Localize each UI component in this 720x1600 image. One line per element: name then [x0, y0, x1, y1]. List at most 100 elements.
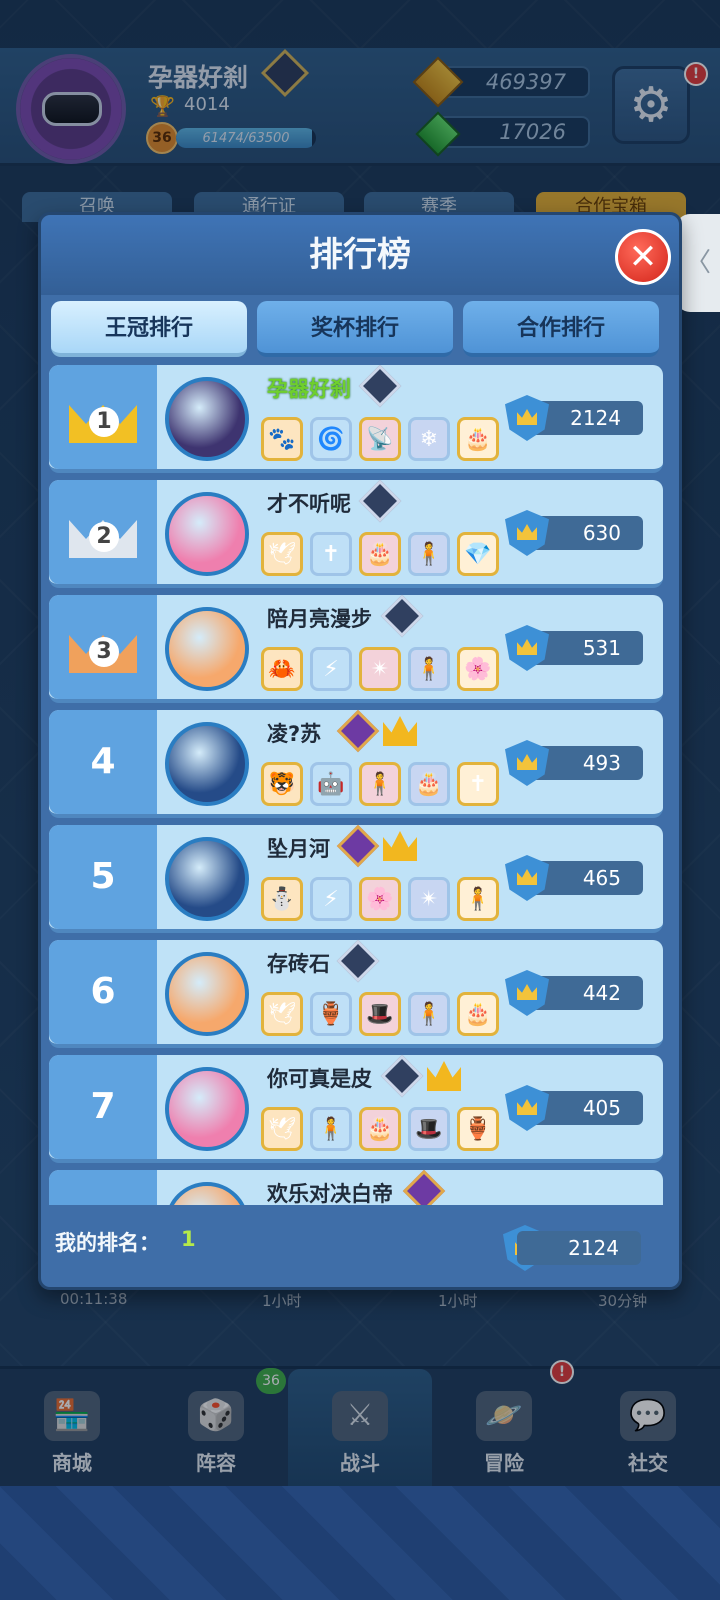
unit-card-icon: 💎	[457, 532, 499, 576]
unit-card-icon: 🕊	[261, 992, 303, 1036]
unit-card-icon: 🌀	[310, 417, 352, 461]
player-avatar-icon[interactable]	[165, 492, 249, 576]
player-avatar-icon[interactable]	[165, 837, 249, 921]
unit-card-icon: 🧍	[408, 992, 450, 1036]
leaderboard-row[interactable]: 5 坠月河 ⛄ ⚡ 🌸 ✴ 🧍 465	[49, 824, 663, 933]
crown-badge-icon	[383, 831, 417, 861]
close-button[interactable]: ✕	[615, 229, 671, 285]
unit-card-icon: 🧍	[359, 762, 401, 806]
rank-number: 8	[49, 1170, 157, 1205]
unit-card-icon: 🏺	[310, 992, 352, 1036]
rank-number: 7	[90, 1086, 116, 1127]
rank-number: 6	[90, 971, 116, 1012]
unit-card-icon: ❄	[408, 417, 450, 461]
rank-number: 5	[90, 856, 116, 897]
leaderboard-modal: 排行榜 ✕ 王冠排行 奖杯排行 合作排行 1 孕器好刹 🐾 🌀 📡 ❄ 🎂 2124 2 才不听呢…	[38, 212, 682, 1290]
unit-card-icon: ⛄	[261, 877, 303, 921]
tier-badge-icon	[402, 1169, 446, 1205]
rank-crown-icon: 3	[65, 617, 141, 675]
rank-crown-icon: 2	[65, 502, 141, 560]
unit-card-icon: ⚡	[310, 647, 352, 691]
rank-cell: 5	[49, 825, 157, 929]
rank-cell: 4	[49, 710, 157, 814]
unit-card-icon: 🎂	[457, 417, 499, 461]
unit-card-icon: 🌸	[359, 877, 401, 921]
unit-card-icon: ⚡	[310, 877, 352, 921]
leaderboard-row[interactable]: 7 你可真是皮 🕊 🧍 🎂 🎩 🏺 405	[49, 1054, 663, 1163]
player-name: 陪月亮漫步	[267, 607, 372, 631]
rank-number: 3	[89, 637, 119, 667]
unit-card-icon: 🧍	[457, 877, 499, 921]
tier-badge-icon	[358, 365, 402, 408]
tier-badge-icon	[380, 1054, 424, 1098]
tab-crown-rank[interactable]: 王冠排行	[51, 301, 247, 357]
player-avatar-icon[interactable]	[165, 377, 249, 461]
unit-card-icon: 🎂	[408, 762, 450, 806]
my-rank-footer: 我的排名： 1 2124	[41, 1213, 679, 1287]
player-avatar-icon[interactable]	[165, 1067, 249, 1151]
unit-card-icon: ✝	[310, 532, 352, 576]
player-name: 存砖石	[267, 952, 330, 976]
side-drawer-handle[interactable]: 〈	[676, 214, 720, 312]
rank-cell: 1	[49, 365, 157, 469]
unit-card-icon: ✝	[457, 762, 499, 806]
leaderboard-row[interactable]: 1 孕器好刹 🐾 🌀 📡 ❄ 🎂 2124	[49, 365, 663, 473]
tier-badge-icon	[336, 939, 380, 983]
player-name: 才不听呢	[267, 492, 351, 516]
player-name: 孕器好刹	[267, 377, 351, 401]
tier-badge-icon	[336, 824, 380, 868]
tier-badge-icon	[336, 709, 380, 753]
rank-cell: 7	[49, 1055, 157, 1159]
player-avatar-icon[interactable]	[165, 1182, 249, 1205]
unit-card-icon: 🧍	[310, 1107, 352, 1151]
unit-card-icon: 🏺	[457, 1107, 499, 1151]
leaderboard-row[interactable]: 6 存砖石 🕊 🏺 🎩 🧍 🎂 442	[49, 939, 663, 1048]
tab-trophy-rank[interactable]: 奖杯排行	[257, 301, 453, 357]
rank-cell: 2	[49, 480, 157, 584]
player-avatar-icon[interactable]	[165, 607, 249, 691]
unit-card-icon: 🐯	[261, 762, 303, 806]
unit-card-icon: 🌸	[457, 647, 499, 691]
leaderboard-list[interactable]: 1 孕器好刹 🐾 🌀 📡 ❄ 🎂 2124 2 才不听呢 🕊 ✝ 🎂 🧍 💎 630 3 陪月亮漫步 🦀 ⚡ ✴ 🧍 🌸 53…	[49, 365, 673, 1205]
tier-badge-icon	[358, 479, 402, 523]
rank-cell: 3	[49, 595, 157, 699]
unit-card-icon: 📡	[359, 417, 401, 461]
unit-card-icon: 🎂	[359, 1107, 401, 1151]
rank-crown-icon: 1	[65, 387, 141, 445]
unit-card-icon: 🧍	[408, 647, 450, 691]
unit-card-icon: 🤖	[310, 762, 352, 806]
unit-card-icon: ✴	[408, 877, 450, 921]
player-name: 凌?苏	[267, 722, 322, 746]
unit-card-icon: 🎂	[359, 532, 401, 576]
my-score: 2124	[517, 1231, 641, 1265]
rank-cell: 6	[49, 940, 157, 1044]
player-avatar-icon[interactable]	[165, 722, 249, 806]
leaderboard-row[interactable]: 8 欢乐对决白帝	[49, 1169, 663, 1205]
rank-cell: 8	[49, 1170, 157, 1205]
leaderboard-row[interactable]: 2 才不听呢 🕊 ✝ 🎂 🧍 💎 630	[49, 479, 663, 588]
modal-title: 排行榜	[309, 235, 411, 275]
player-avatar-icon[interactable]	[165, 952, 249, 1036]
player-name: 你可真是皮	[267, 1067, 372, 1091]
crown-badge-icon	[427, 1061, 461, 1091]
unit-card-icon: 🐾	[261, 417, 303, 461]
unit-card-icon: 🕊	[261, 532, 303, 576]
my-rank-value: 1	[181, 1227, 196, 1251]
close-icon: ✕	[628, 237, 658, 277]
unit-card-icon: 🎂	[457, 992, 499, 1036]
crown-badge-icon	[383, 716, 417, 746]
player-name: 坠月河	[267, 837, 330, 861]
rank-number: 4	[90, 741, 116, 782]
my-rank-label: 我的排名：	[55, 1231, 160, 1255]
unit-card-icon: 🕊	[261, 1107, 303, 1151]
player-name: 欢乐对决白帝	[267, 1182, 393, 1205]
modal-header: 排行榜	[41, 215, 679, 295]
rank-number: 2	[89, 522, 119, 552]
unit-card-icon: 🎩	[408, 1107, 450, 1151]
tab-coop-rank[interactable]: 合作排行	[463, 301, 659, 357]
unit-card-icon: ✴	[359, 647, 401, 691]
unit-card-icon: 🎩	[359, 992, 401, 1036]
leaderboard-row[interactable]: 4 凌?苏 🐯 🤖 🧍 🎂 ✝ 493	[49, 709, 663, 818]
leaderboard-row[interactable]: 3 陪月亮漫步 🦀 ⚡ ✴ 🧍 🌸 531	[49, 594, 663, 703]
rank-number: 1	[89, 407, 119, 437]
